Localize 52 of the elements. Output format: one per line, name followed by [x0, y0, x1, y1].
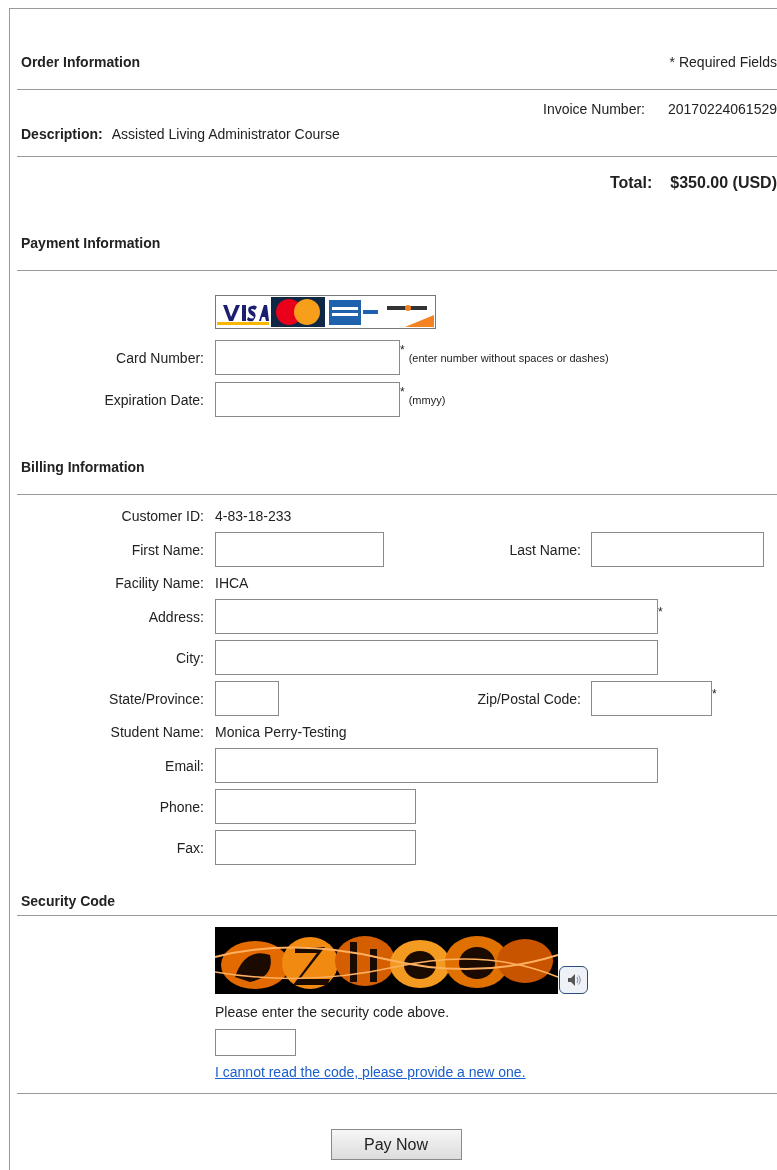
audio-button[interactable]	[559, 966, 588, 994]
input-field[interactable]	[215, 340, 400, 375]
input-field[interactable]	[215, 789, 416, 824]
required-mark: *	[400, 343, 405, 357]
input-field[interactable]	[215, 830, 416, 865]
section-heading: Billing Information	[21, 458, 145, 477]
field-label: Phone:	[158, 798, 204, 815]
invoice-number: 20170224061529	[668, 100, 777, 119]
required-mark: *	[712, 687, 717, 701]
security-prompt: Please enter the security code above.	[215, 1003, 450, 1022]
field-label: Last Name:	[509, 541, 581, 558]
description-text: Assisted Living Administrator Course	[111, 125, 340, 144]
field-label: Zip/Postal Code:	[477, 690, 581, 707]
required-fields-note: * Required Fields	[669, 53, 777, 72]
field-hint: (mmyy)	[408, 393, 446, 406]
section-heading: Security Code	[21, 892, 116, 911]
required-mark: *	[658, 605, 663, 619]
total-label: Total:	[609, 173, 653, 193]
field-label: City:	[175, 649, 204, 666]
input-field[interactable]	[215, 748, 658, 783]
card-logos-icon	[215, 295, 436, 329]
field-label: Expiration Date:	[103, 391, 204, 408]
input-field[interactable]	[215, 640, 658, 675]
field-hint: (enter number without spaces or dashes)	[408, 351, 609, 364]
input-field[interactable]	[215, 681, 279, 716]
field-value: 4-83-18-233	[215, 508, 292, 524]
invoice-label: Invoice Number:	[543, 100, 645, 119]
field-label: Address:	[147, 608, 204, 625]
section-heading: Payment Information	[21, 234, 161, 253]
section-heading: Order Information	[21, 53, 140, 72]
field-label: Customer ID:	[120, 508, 204, 524]
field-value: IHCA	[215, 575, 249, 591]
total-amount: $350.00 (USD)	[670, 173, 777, 193]
security-code-field[interactable]	[215, 1029, 296, 1056]
field-label: Fax:	[175, 839, 204, 856]
input-field[interactable]	[215, 532, 384, 567]
field-label: First Name:	[130, 541, 204, 558]
input-field[interactable]	[591, 681, 712, 716]
field-label: Facility Name:	[114, 575, 204, 591]
new-code-link[interactable]: I cannot read the code, please provide a new one.	[215, 1062, 526, 1082]
field-value: Monica Perry-Testing	[215, 724, 347, 740]
input-field[interactable]	[591, 532, 764, 567]
field-label: Student Name:	[109, 724, 204, 740]
pay-now-button[interactable]: Pay Now	[330, 1129, 462, 1160]
speaker-icon	[565, 972, 582, 988]
input-field[interactable]	[215, 599, 658, 634]
field-label: Card Number:	[115, 349, 204, 366]
input-field[interactable]	[215, 382, 400, 417]
field-label: Email:	[164, 757, 204, 774]
field-label: State/Province:	[108, 690, 204, 707]
description-label: Description:	[21, 125, 103, 144]
required-mark: *	[400, 385, 405, 399]
